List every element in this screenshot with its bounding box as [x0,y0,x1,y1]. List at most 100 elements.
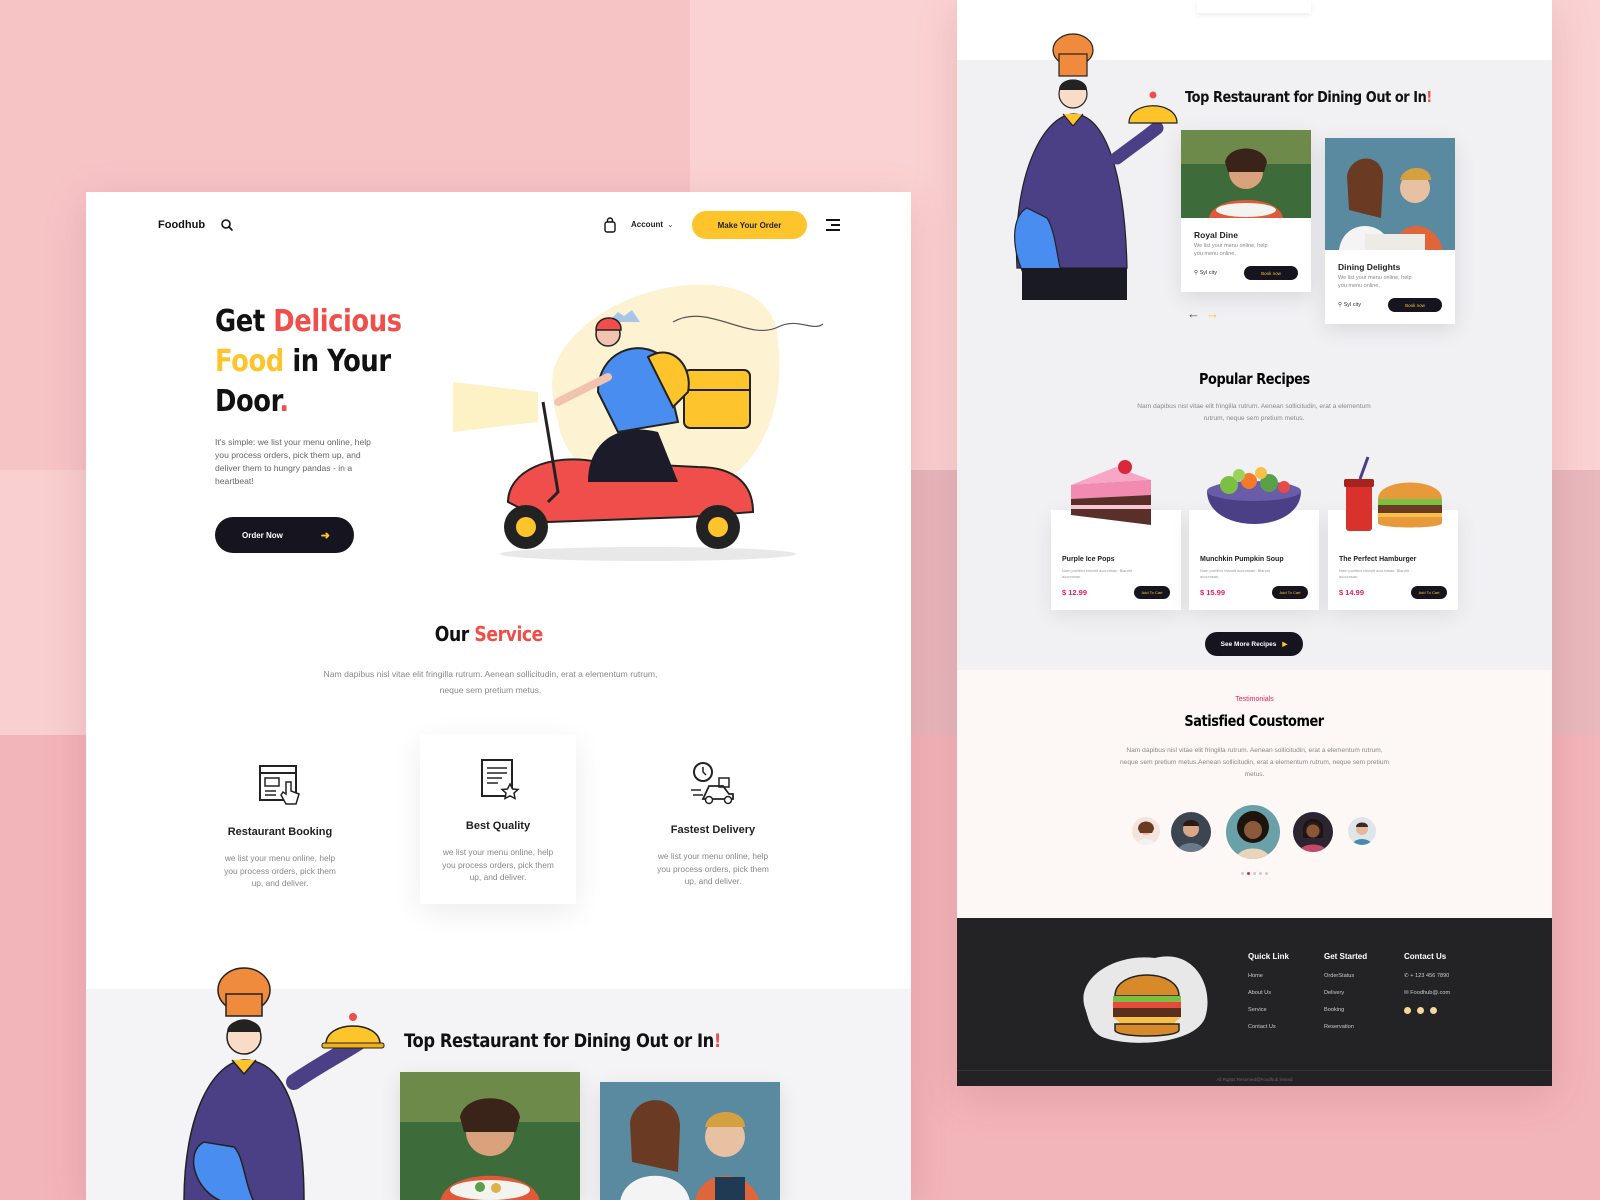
restaurant-photo [600,1082,780,1200]
add-to-cart-button[interactable]: Add To Cart [1272,586,1308,599]
book-now-button[interactable]: Book now [1388,298,1442,312]
recipe-price: $ 14.99 [1339,588,1365,597]
testimonials-section: Testimonials Satisfied Coustomer Nam dap… [957,670,1552,918]
restaurant-card-dining-delights[interactable]: Dining Delights We list your menu online… [1325,138,1455,324]
service-card-booking[interactable]: Restaurant Booking we list your menu onl… [202,740,358,910]
play-icon: ▶ [1282,641,1288,648]
restaurant-card-royal-dine[interactable]: Royal Dine We list your menu online, hel… [1181,130,1311,292]
testimonials-kicker: Testimonials [1235,696,1274,703]
footer-email[interactable]: ✉ Foodhub@.com [1404,990,1450,996]
arrow-left-icon[interactable]: ← [1187,306,1200,321]
recipe-name: The Perfect Hamburger [1339,556,1417,563]
avatar[interactable] [1132,817,1160,845]
burger-illustration [1083,956,1208,1043]
service-desc: we list your menu online, help you proce… [224,853,336,888]
carousel-dots[interactable] [1241,872,1268,875]
footer-link-booking[interactable]: Booking [1324,1007,1367,1013]
booking-icon [259,765,300,805]
restaurant-title: Top Restaurant for Dining Out or In! [404,1030,721,1052]
book-now-button[interactable]: Book now [1244,266,1298,280]
shopping-bag-icon[interactable] [603,217,617,233]
testimonials-desc: Nam dapibus nisl vitae elit fringilla ru… [1119,747,1389,778]
footer-get-started: Get Started OrderStatus Delivery Booking… [1324,952,1367,1041]
service-desc: we list your menu online, help you proce… [657,851,769,886]
salad-bowl-image [1207,467,1301,524]
footer-link-delivery[interactable]: Delivery [1324,990,1367,996]
footer-quick-links: Quick Link Home About Us Service Contact… [1248,952,1289,1041]
footer: Quick Link Home About Us Service Contact… [957,918,1552,1086]
brand-logo[interactable]: Foodhub [158,219,205,231]
restaurant-desc: We list your menu online, help you menu … [1194,243,1268,257]
order-now-button[interactable]: Order Now ➜ [215,517,354,553]
add-to-cart-button[interactable]: Add To Cart [1134,586,1170,599]
social-icon[interactable] [1430,1007,1437,1014]
see-more-recipes-button[interactable]: See More Recipes ▶ [1205,632,1303,656]
avatar[interactable] [1348,817,1376,845]
footer-phone: ✆ + 123 456 7890 [1404,973,1450,979]
hamburger-menu-icon[interactable] [826,219,840,231]
arrow-right-icon: ➜ [320,529,330,542]
service-subtitle: Nam dapibus nisl vitae elit fringilla ru… [323,669,658,695]
testimonials-title: Satisfied Coustomer [1184,712,1325,730]
landing-page-continued: Top Restaurant for Dining Out or In! Roy… [957,0,1552,1086]
footer-link-order-status[interactable]: OrderStatus [1324,973,1367,979]
chef-illustration [1014,33,1178,300]
footer-link-home[interactable]: Home [1248,973,1289,979]
chef-illustration [183,967,385,1200]
restaurant-desc: We list your menu online, help you menu … [1338,275,1412,289]
footer-heading: Contact Us [1404,952,1447,961]
hero-description: It's simple: we list your menu online, h… [215,437,371,486]
service-title-text: Best Quality [465,820,531,832]
service-card-quality[interactable]: Best Quality we list your menu online, h… [420,734,576,904]
footer-link-about[interactable]: About Us [1248,990,1289,996]
social-links [1404,1007,1450,1014]
service-title-text: Restaurant Booking [227,826,333,838]
cake-slice-image [1071,460,1151,525]
carousel-arrows: ← → [1187,306,1219,321]
restaurant-photo-card[interactable] [600,1082,780,1200]
restaurant-photo [400,1072,580,1200]
footer-contact: Contact Us ✆ + 123 456 7890 ✉ Foodhub@.c… [1404,952,1450,1014]
recipe-price: $ 15.99 [1200,588,1226,597]
restaurant-title: Top Restaurant for Dining Out or In! [1185,88,1432,106]
hero-title: Get Delicious Food in Your Door. [215,304,402,419]
avatar[interactable] [1293,812,1333,852]
recipes-title: Popular Recipes [1199,370,1310,388]
arrow-right-icon[interactable]: → [1206,306,1219,321]
recipe-price: $ 12.99 [1062,588,1088,597]
service-card-delivery[interactable]: Fastest Delivery we list your menu onlin… [635,738,791,908]
footer-link-contact[interactable]: Contact Us [1248,1024,1289,1030]
top-tab [1197,0,1311,13]
copyright: All Rights Reserved@Foodhub limited [957,1070,1552,1082]
recipes-subtitle: Nam dapibus nisl vitae elit fringilla ru… [1137,403,1371,422]
restaurant-photo [1325,138,1455,250]
recipe-desc: Nam porttitor blandit accumsan. Blandit … [1339,568,1409,579]
social-icon[interactable] [1417,1007,1424,1014]
restaurant-photo [1181,130,1311,218]
avatar[interactable] [1171,812,1211,852]
landing-page-main: Foodhub Account ⌄ Make Your Order Get De… [86,192,911,1200]
account-menu[interactable]: Account [631,220,663,229]
make-order-button[interactable]: Make Your Order [692,211,807,239]
avatar[interactable] [1226,805,1280,859]
footer-heading: Quick Link [1248,952,1289,961]
recipe-desc: Nam porttitor blandit accumsan. Blandit … [1200,568,1270,579]
footer-link-service[interactable]: Service [1248,1007,1289,1013]
social-icon[interactable] [1404,1007,1411,1014]
service-desc: we list your menu online, help you proce… [442,847,554,882]
service-title-text: Fastest Delivery [670,824,756,836]
footer-link-reservation[interactable]: Reservation [1324,1024,1367,1030]
restaurant-name: Dining Delights [1338,262,1401,272]
delivery-scooter-illustration [453,284,824,561]
recipe-name: Munchkin Pumpkin Soup [1200,556,1284,563]
delivery-icon [691,762,734,805]
restaurant-photo-card[interactable] [400,1072,580,1200]
search-icon[interactable] [220,218,234,232]
restaurant-name: Royal Dine [1194,230,1238,240]
burger-soda-image [1344,456,1442,531]
chevron-down-icon[interactable]: ⌄ [667,220,674,229]
add-to-cart-button[interactable]: Add To Cart [1411,586,1447,599]
quality-icon [481,759,520,800]
recipe-name: Purple Ice Pops [1062,556,1115,563]
service-title: Our Service [434,622,543,646]
